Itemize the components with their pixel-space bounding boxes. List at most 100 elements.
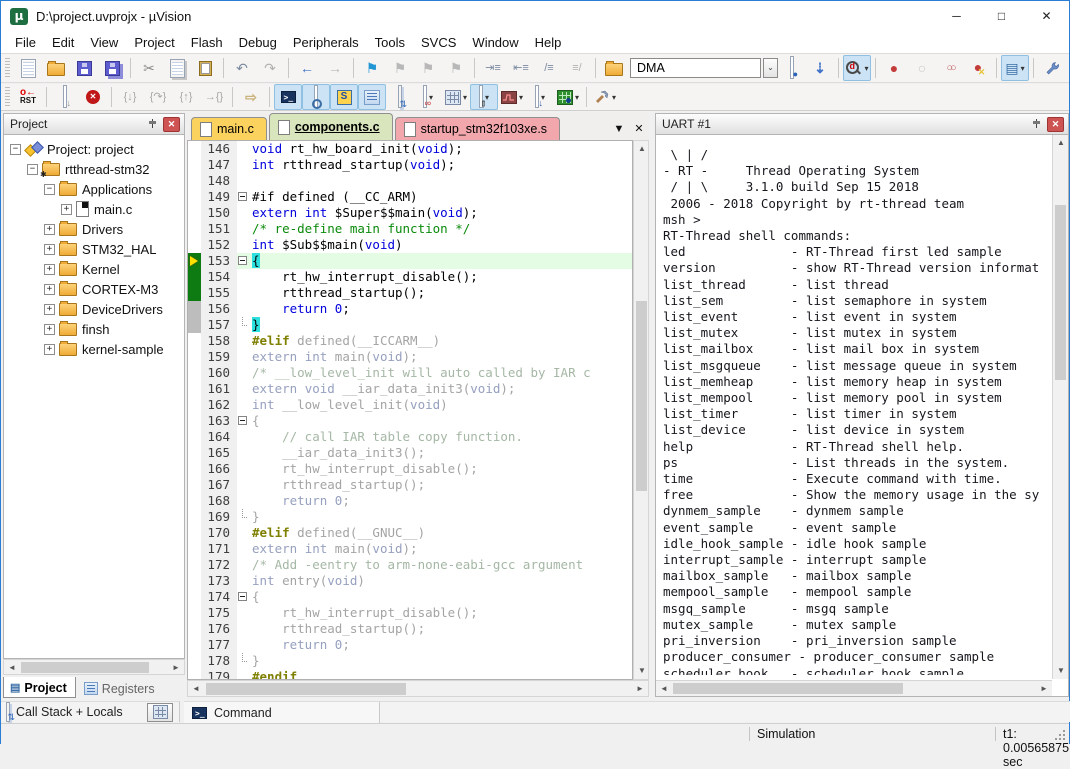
tree-expander-icon[interactable]: + — [44, 244, 55, 255]
fold-collapse-icon[interactable] — [237, 253, 250, 269]
code-line-161[interactable]: 161extern void __iar_data_init3(void); — [188, 381, 632, 397]
indent-button[interactable]: ⇥≡ — [479, 55, 507, 81]
menu-view[interactable]: View — [82, 35, 126, 50]
code-line-178[interactable]: 178} — [188, 653, 632, 669]
menu-svcs[interactable]: SVCS — [413, 35, 464, 50]
code-line-173[interactable]: 173int entry(void) — [188, 573, 632, 589]
stop-button[interactable]: ✕ — [79, 84, 107, 110]
scroll-thumb[interactable] — [636, 301, 647, 491]
callstack-window-button[interactable]: ⇅ — [386, 84, 414, 110]
reset-cpu-button[interactable]: o←RST — [14, 84, 42, 110]
code-line-162[interactable]: 162int __low_level_init(void) — [188, 397, 632, 413]
tree-item-main-c[interactable]: +main.c — [4, 199, 184, 219]
tree-expander-icon[interactable]: − — [44, 184, 55, 195]
resize-grip-icon[interactable] — [1063, 738, 1065, 740]
toggle-bookmark-button[interactable]: ⚑ — [358, 55, 386, 81]
scroll-left-arrow-icon[interactable]: ◄ — [4, 660, 20, 675]
symbols-window-button[interactable]: S — [330, 84, 358, 110]
code-line-148[interactable]: 148 — [188, 173, 632, 189]
code-line-159[interactable]: 159extern int main(void); — [188, 349, 632, 365]
code-line-149[interactable]: 149#if defined (__CC_ARM) — [188, 189, 632, 205]
find-in-files-button[interactable] — [600, 55, 628, 81]
tree-item-stm32-hal[interactable]: +STM32_HAL — [4, 239, 184, 259]
disassembly-window-button[interactable] — [302, 84, 330, 110]
serial-window-button[interactable]: ✎▾ — [470, 84, 498, 110]
debug-tools-button[interactable]: ▾ — [591, 84, 619, 110]
scroll-thumb[interactable] — [206, 683, 406, 695]
close-document-button[interactable]: ✕ — [629, 118, 649, 140]
scroll-left-arrow-icon[interactable]: ◄ — [656, 681, 672, 696]
menu-debug[interactable]: Debug — [231, 35, 285, 50]
pin-icon[interactable] — [1031, 118, 1043, 130]
prev-bookmark-button[interactable]: ⚑ — [386, 55, 414, 81]
disable-all-breakpoints-button[interactable]: ○○ — [936, 55, 964, 81]
tree-item-applications[interactable]: −Applications — [4, 179, 184, 199]
menu-edit[interactable]: Edit — [44, 35, 82, 50]
maximize-button[interactable]: □ — [979, 1, 1024, 31]
toolbar-grip[interactable] — [5, 58, 10, 78]
command-window-button[interactable]: >_ — [274, 84, 302, 110]
new-file-button[interactable] — [14, 55, 42, 81]
tree-expander-icon[interactable]: − — [27, 164, 38, 175]
editor-tab-components-c[interactable]: components.c — [269, 113, 393, 140]
editor-hscrollbar[interactable]: ◄ ► — [187, 680, 649, 697]
code-line-165[interactable]: 165 __iar_data_init3(); — [188, 445, 632, 461]
menu-window[interactable]: Window — [464, 35, 526, 50]
tree-expander-icon[interactable]: + — [61, 204, 72, 215]
close-button[interactable]: ✕ — [1024, 1, 1069, 31]
tree-item-finsh[interactable]: +finsh — [4, 319, 184, 339]
find-dropdown-button[interactable]: ⌄ — [763, 58, 778, 78]
tree-item-drivers[interactable]: +Drivers — [4, 219, 184, 239]
editor-tab-main-c[interactable]: main.c — [191, 117, 267, 140]
save-all-button[interactable] — [98, 55, 126, 81]
editor-tab-startup-stm32f103xe-s[interactable]: startup_stm32f103xe.s — [395, 117, 560, 140]
menu-tools[interactable]: Tools — [367, 35, 413, 50]
tree-expander-icon[interactable]: + — [44, 224, 55, 235]
uncomment-button[interactable]: ≡/ — [563, 55, 591, 81]
project-tree-hscrollbar[interactable]: ◄ ► — [3, 659, 185, 675]
scroll-thumb[interactable] — [673, 683, 903, 694]
menu-peripherals[interactable]: Peripherals — [285, 35, 367, 50]
uart-panel-close-button[interactable]: ✕ — [1047, 117, 1064, 132]
pin-icon[interactable] — [147, 118, 159, 130]
kill-all-breakpoints-button[interactable]: ●✕ — [964, 55, 992, 81]
scroll-up-arrow-icon[interactable]: ▲ — [634, 141, 649, 157]
code-line-179[interactable]: 179#endif — [188, 669, 632, 680]
code-line-156[interactable]: 156 return 0; — [188, 301, 632, 317]
menu-flash[interactable]: Flash — [183, 35, 231, 50]
code-line-152[interactable]: 152int $Sub$$main(void) — [188, 237, 632, 253]
comment-button[interactable]: /≡ — [535, 55, 563, 81]
scroll-up-arrow-icon[interactable]: ▲ — [1053, 135, 1068, 151]
cut-button[interactable]: ✂ — [135, 55, 163, 81]
step-over-button[interactable]: {↷} — [144, 84, 172, 110]
open-file-button[interactable] — [42, 55, 70, 81]
code-line-170[interactable]: 170#elif defined(__GNUC__) — [188, 525, 632, 541]
tree-expander-icon[interactable]: + — [44, 324, 55, 335]
uart-vscrollbar[interactable]: ▲ ▼ — [1052, 135, 1068, 679]
run-button[interactable]: ↓ — [51, 84, 79, 110]
tree-item-cortex-m3[interactable]: +CORTEX-M3 — [4, 279, 184, 299]
code-line-146[interactable]: 146void rt_hw_board_init(void); — [188, 141, 632, 157]
fold-collapse-icon[interactable] — [237, 413, 250, 429]
system-viewer-button[interactable]: ↓▾ — [526, 84, 554, 110]
tree-expander-icon[interactable]: − — [10, 144, 21, 155]
minimize-button[interactable]: ─ — [934, 1, 979, 31]
command-bar[interactable]: >_ Command — [184, 702, 380, 723]
code-line-172[interactable]: 172/* Add -eentry to arm-none-eabi-gcc a… — [188, 557, 632, 573]
tree-expander-icon[interactable]: + — [44, 344, 55, 355]
code-line-163[interactable]: 163{ — [188, 413, 632, 429]
fold-collapse-icon[interactable] — [237, 189, 250, 205]
menu-file[interactable]: File — [7, 35, 44, 50]
start-stop-debug-button[interactable]: d▾ — [843, 55, 871, 81]
insert-breakpoint-button[interactable]: ● — [880, 55, 908, 81]
tree-expander-icon[interactable]: + — [44, 304, 55, 315]
logic-analyzer-button[interactable]: ▾ — [498, 84, 526, 110]
navigate-forward-button[interactable]: → — [321, 55, 349, 81]
navigate-back-button[interactable]: ← — [293, 55, 321, 81]
tab-project[interactable]: ▤ Project — [3, 677, 76, 698]
code-line-158[interactable]: 158#elif defined(__ICCARM__) — [188, 333, 632, 349]
scroll-down-arrow-icon[interactable]: ▼ — [634, 663, 649, 679]
scroll-right-arrow-icon[interactable]: ► — [632, 681, 648, 697]
code-editor[interactable]: 146void rt_hw_board_init(void);147int rt… — [187, 140, 633, 680]
code-line-154[interactable]: 154 rt_hw_interrupt_disable(); — [188, 269, 632, 285]
